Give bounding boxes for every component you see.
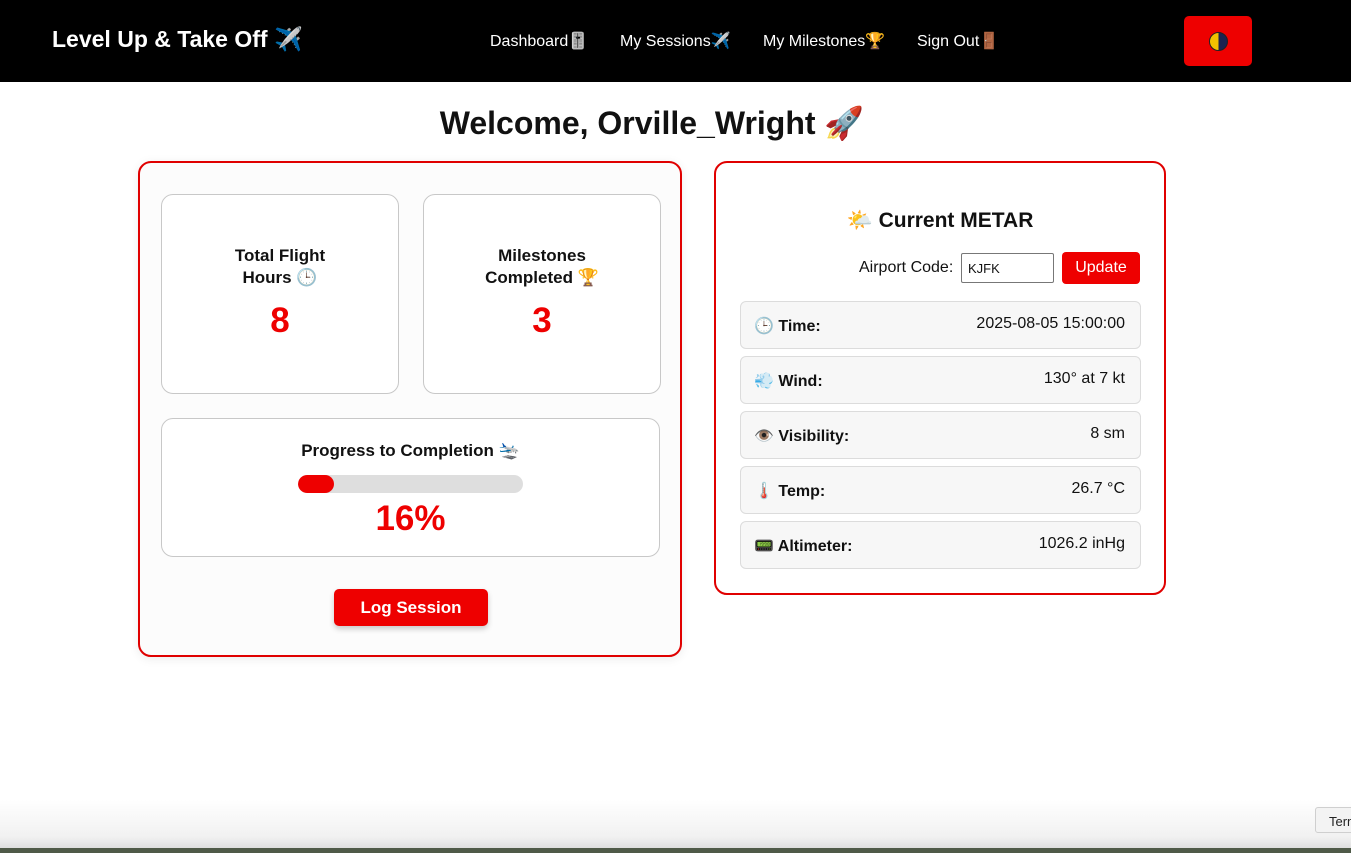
page-bottom-shade	[0, 800, 1351, 853]
metar-row-label: 🕒 Time:	[754, 318, 821, 335]
metar-row-value: 2025-08-05 15:00:00	[976, 315, 1125, 332]
milestones-label: Milestones Completed 🏆	[485, 246, 599, 287]
metar-panel: 🌤️ Current METAR Airport Code: Update 🕒 …	[714, 161, 1166, 595]
top-navbar: Level Up & Take Off ✈️ Dashboard🎚️ My Se…	[0, 0, 1351, 82]
nav-link-dashboard[interactable]: Dashboard🎚️	[490, 31, 588, 51]
update-button[interactable]: Update	[1062, 252, 1140, 284]
flight-hours-value: 8	[270, 301, 290, 340]
metar-row-label: 🌡️ Temp:	[754, 483, 826, 500]
metar-row-label: 📟 Altimeter:	[754, 538, 853, 555]
metar-row-value: 130° at 7 kt	[1043, 370, 1125, 387]
metar-row-label: 💨 Wind:	[754, 373, 823, 390]
welcome-heading: Welcome, Orville_Wright 🚀	[439, 105, 865, 141]
page-bottom-strip	[0, 848, 1351, 853]
metar-title: 🌤️ Current METAR	[846, 209, 1034, 232]
progress-bar-fill	[298, 475, 334, 493]
metar-row-label: 👁️ Visibility:	[754, 428, 850, 445]
theme-toggle-button[interactable]	[1184, 16, 1252, 66]
brand-title[interactable]: Level Up & Take Off ✈️	[52, 26, 303, 53]
progress-card: Progress to Completion 🛬 16%	[161, 418, 660, 557]
milestones-value: 3	[532, 301, 552, 340]
metar-row-value: 8 sm	[1090, 425, 1125, 442]
log-session-button[interactable]: Log Session	[334, 589, 488, 626]
metar-row-visibility: 👁️ Visibility: 8 sm	[740, 411, 1141, 459]
progress-label: Progress to Completion 🛬	[301, 441, 520, 460]
metar-row-wind: 💨 Wind: 130° at 7 kt	[740, 356, 1141, 404]
progress-value: 16%	[375, 499, 446, 538]
nav-link-sign-out[interactable]: Sign Out🚪	[917, 31, 999, 51]
flight-hours-card: Total Flight Hours 🕒 8	[161, 194, 399, 394]
airport-code-input[interactable]	[961, 253, 1054, 283]
flight-hours-label: Total Flight Hours 🕒	[234, 246, 326, 287]
stats-panel: Total Flight Hours 🕒 8 Milestones Comple…	[138, 161, 682, 657]
half-moon-icon	[1208, 31, 1228, 51]
progress-bar	[298, 475, 523, 493]
milestones-card: Milestones Completed 🏆 3	[423, 194, 661, 394]
nav-link-my-milestones[interactable]: My Milestones🏆	[763, 31, 885, 51]
terms-tab[interactable]: Terms	[1315, 807, 1351, 833]
metar-row-value: 26.7 °C	[1071, 480, 1125, 497]
metar-row-temp: 🌡️ Temp: 26.7 °C	[740, 466, 1141, 514]
metar-row-time: 🕒 Time: 2025-08-05 15:00:00	[740, 301, 1141, 349]
nav-link-my-sessions[interactable]: My Sessions✈️	[620, 31, 731, 51]
airport-code-label: Airport Code:	[859, 259, 954, 276]
metar-row-altimeter: 📟 Altimeter: 1026.2 inHg	[740, 521, 1141, 569]
metar-row-value: 1026.2 inHg	[1038, 535, 1125, 552]
